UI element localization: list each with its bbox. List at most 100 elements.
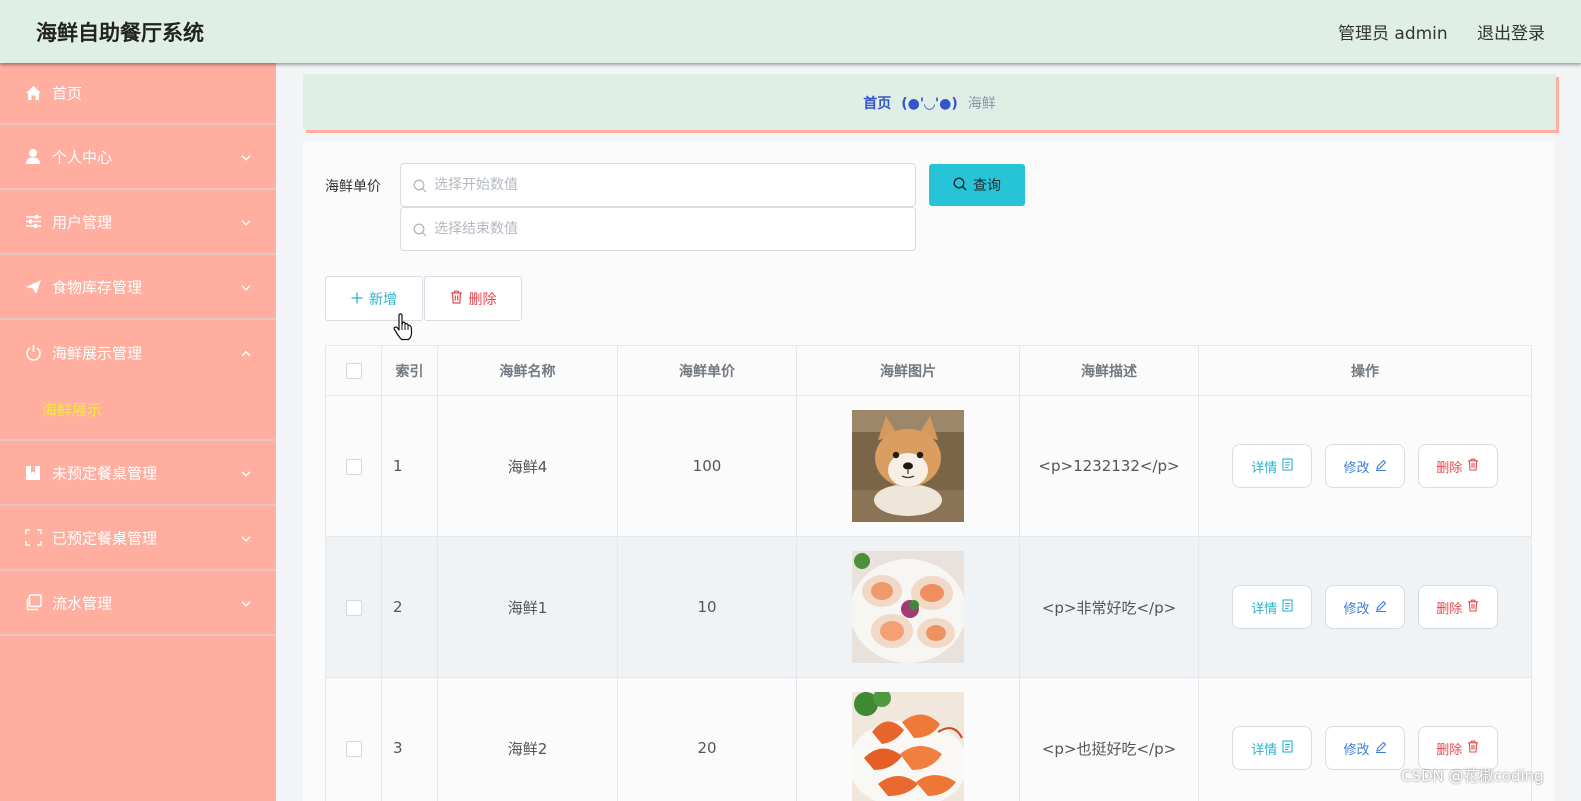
pencil-icon [1375, 459, 1387, 474]
chevron-down-icon [240, 465, 252, 477]
chevron-up-icon [240, 345, 252, 357]
query-button[interactable]: 查询 [929, 164, 1025, 206]
sliders-icon [24, 213, 42, 231]
watermark: CSDN @花椒coding [1401, 767, 1544, 785]
copy-icon [24, 594, 42, 612]
edit-button[interactable]: 修改 [1325, 444, 1405, 488]
sidebar: 首页 个人中心 用户管理 食物库存管理 海鲜展示管理 海鲜展示 未预定餐桌管理 … [0, 63, 276, 801]
trash-icon [1467, 740, 1479, 756]
sidebar-subitem-seafood-display[interactable]: 海鲜展示 [0, 385, 276, 439]
sidebar-item-label: 未预定餐桌管理 [52, 464, 158, 482]
column-header-actions: 操作 [1198, 345, 1532, 396]
sidebar-item-personal-center[interactable]: 个人中心 [0, 125, 276, 190]
detail-button-label: 详情 [1251, 600, 1278, 616]
edit-button-label: 修改 [1343, 459, 1370, 475]
sidebar-item-label: 流水管理 [52, 594, 113, 612]
sidebar-item-unreserved-tables[interactable]: 未预定餐桌管理 [0, 441, 276, 506]
batch-delete-button[interactable]: 删除 [424, 276, 522, 321]
table-row: 3 海鲜2 20 <p>也挺好吃</p> 详情 修改 删除 [325, 677, 1532, 801]
frame-icon [24, 529, 42, 547]
column-header-price: 海鲜单价 [617, 345, 797, 396]
row-checkbox[interactable] [345, 599, 362, 616]
column-header-description: 海鲜描述 [1019, 345, 1199, 396]
row-checkbox[interactable] [345, 740, 362, 757]
row-select-cell [325, 677, 382, 801]
chevron-down-icon [240, 149, 252, 161]
document-icon [1282, 458, 1293, 474]
row-image-cell [796, 677, 1020, 801]
sidebar-item-reserved-tables[interactable]: 已预定餐桌管理 [0, 506, 276, 571]
scallop-plate-photo[interactable] [852, 551, 964, 663]
chevron-down-icon [240, 595, 252, 607]
query-button-label: 查询 [973, 177, 1001, 193]
select-all-checkbox[interactable] [345, 362, 362, 379]
sidebar-item-label: 个人中心 [52, 148, 113, 166]
detail-button[interactable]: 详情 [1232, 726, 1313, 770]
sidebar-item-home[interactable]: 首页 [0, 63, 276, 125]
search-icon [413, 222, 427, 241]
price-start-field[interactable] [400, 163, 916, 207]
send-icon [24, 278, 42, 296]
detail-button[interactable]: 详情 [1232, 585, 1313, 629]
document-icon [1282, 599, 1293, 615]
delete-button-label: 删除 [1436, 741, 1463, 757]
detail-button[interactable]: 详情 [1232, 444, 1313, 488]
sidebar-group-seafood-display: 海鲜展示管理 海鲜展示 [0, 320, 276, 441]
seafood-table: 索引 海鲜名称 海鲜单价 海鲜图片 海鲜描述 操作 1 海鲜4 100 <p>1… [325, 345, 1532, 801]
row-delete-button[interactable]: 删除 [1417, 585, 1498, 629]
trash-icon [1467, 599, 1479, 615]
user-info: 管理员 admin [1338, 24, 1448, 44]
chevron-down-icon [240, 279, 252, 291]
trash-icon [450, 290, 463, 307]
row-index: 1 [381, 395, 438, 537]
row-checkbox[interactable] [345, 458, 362, 475]
sidebar-item-label: 用户管理 [52, 213, 113, 231]
column-header-name: 海鲜名称 [437, 345, 618, 396]
row-delete-button[interactable]: 删除 [1417, 444, 1498, 488]
row-name: 海鲜1 [437, 536, 618, 678]
row-description: <p>也挺好吃</p> [1019, 677, 1199, 801]
price-end-field[interactable] [400, 207, 916, 251]
detail-button-label: 详情 [1251, 459, 1278, 475]
row-delete-button[interactable]: 删除 [1417, 726, 1498, 770]
column-header-image: 海鲜图片 [796, 345, 1020, 396]
shiba-dog-photo[interactable] [852, 410, 964, 522]
breadcrumb-current: 海鲜 [967, 96, 996, 112]
sidebar-item-user-management[interactable]: 用户管理 [0, 190, 276, 255]
select-all-cell [325, 345, 382, 396]
pencil-icon [1375, 741, 1387, 756]
edit-button[interactable]: 修改 [1325, 585, 1405, 629]
sidebar-subitem-label: 海鲜展示 [42, 401, 103, 419]
chevron-down-icon [240, 214, 252, 226]
book-icon [24, 464, 42, 482]
price-end-input[interactable] [434, 208, 904, 250]
row-price: 10 [617, 536, 797, 678]
sidebar-item-seafood-display-management[interactable]: 海鲜展示管理 [0, 320, 276, 385]
edit-button[interactable]: 修改 [1325, 726, 1405, 770]
logout-link[interactable]: 退出登录 [1477, 19, 1545, 44]
pencil-icon [1375, 600, 1387, 615]
price-filter-label: 海鲜单价 [325, 179, 381, 195]
table-row: 2 海鲜1 10 <p>非常好吃</p> 详情 修改 删除 [325, 536, 1532, 678]
row-name: 海鲜4 [437, 395, 618, 537]
row-name: 海鲜2 [437, 677, 618, 801]
delete-button-label: 删除 [468, 290, 497, 307]
edit-button-label: 修改 [1343, 741, 1370, 757]
row-select-cell [325, 395, 382, 537]
table-header-row: 索引 海鲜名称 海鲜单价 海鲜图片 海鲜描述 操作 [325, 345, 1532, 396]
row-actions-cell: 详情 修改 删除 [1198, 395, 1532, 537]
breadcrumb-separator: (●'◡'●) [901, 96, 958, 112]
shrimp-plate-photo[interactable] [852, 692, 964, 801]
breadcrumb-home-link[interactable]: 首页 [863, 96, 891, 112]
sidebar-item-label: 已预定餐桌管理 [52, 529, 158, 547]
sidebar-item-label: 食物库存管理 [52, 278, 143, 296]
price-start-input[interactable] [434, 164, 904, 206]
sidebar-item-transactions[interactable]: 流水管理 [0, 571, 276, 636]
top-header: 海鲜自助餐厅系统 管理员 admin 退出登录 [0, 0, 1581, 63]
row-index: 3 [381, 677, 438, 801]
app-title: 海鲜自助餐厅系统 [36, 21, 204, 45]
hand-cursor-icon [392, 313, 414, 345]
trash-icon [1467, 458, 1479, 474]
row-actions-cell: 详情 修改 删除 [1198, 536, 1532, 678]
sidebar-item-food-inventory[interactable]: 食物库存管理 [0, 255, 276, 320]
